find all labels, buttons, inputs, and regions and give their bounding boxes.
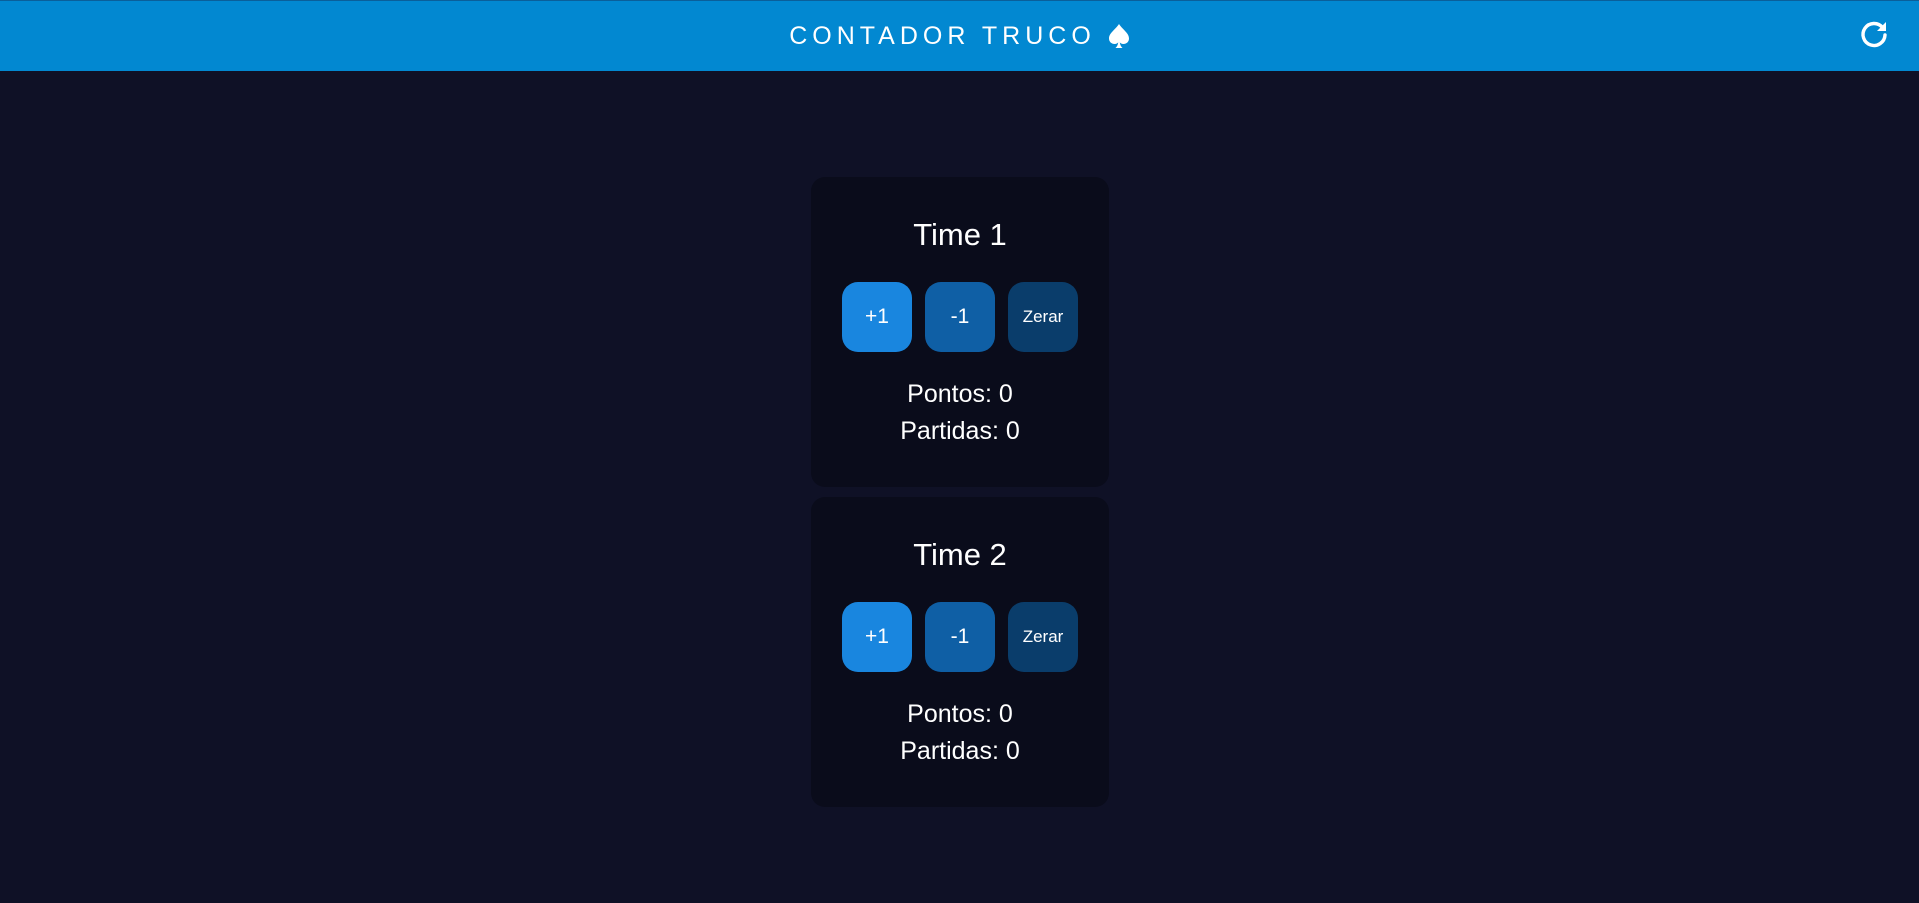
reset-button[interactable]: Zerar: [1008, 282, 1078, 352]
refresh-button[interactable]: [1857, 19, 1891, 53]
team-controls: +1 -1 Zerar: [842, 602, 1078, 672]
team-controls: +1 -1 Zerar: [842, 282, 1078, 352]
team-card-2: Time 2 +1 -1 Zerar Pontos: 0 Partidas: 0: [811, 497, 1109, 807]
team-name: Time 1: [913, 217, 1007, 252]
app-title: CONTADOR TRUCO: [789, 21, 1096, 50]
remove-point-button[interactable]: -1: [925, 602, 995, 672]
remove-point-button[interactable]: -1: [925, 282, 995, 352]
app-bar: CONTADOR TRUCO: [0, 0, 1919, 71]
team-card-1: Time 1 +1 -1 Zerar Pontos: 0 Partidas: 0: [811, 177, 1109, 487]
team-cards: Time 1 +1 -1 Zerar Pontos: 0 Partidas: 0…: [811, 177, 1109, 817]
refresh-icon: [1859, 19, 1889, 54]
matches-text: Partidas: 0: [900, 737, 1020, 765]
app-title-wrap: CONTADOR TRUCO: [789, 22, 1130, 51]
matches-text: Partidas: 0: [900, 417, 1020, 445]
points-text: Pontos: 0: [907, 700, 1013, 728]
add-point-button[interactable]: +1: [842, 282, 912, 352]
spade-icon: [1108, 23, 1130, 49]
add-point-button[interactable]: +1: [842, 602, 912, 672]
reset-button[interactable]: Zerar: [1008, 602, 1078, 672]
team-name: Time 2: [913, 537, 1007, 572]
points-text: Pontos: 0: [907, 380, 1013, 408]
